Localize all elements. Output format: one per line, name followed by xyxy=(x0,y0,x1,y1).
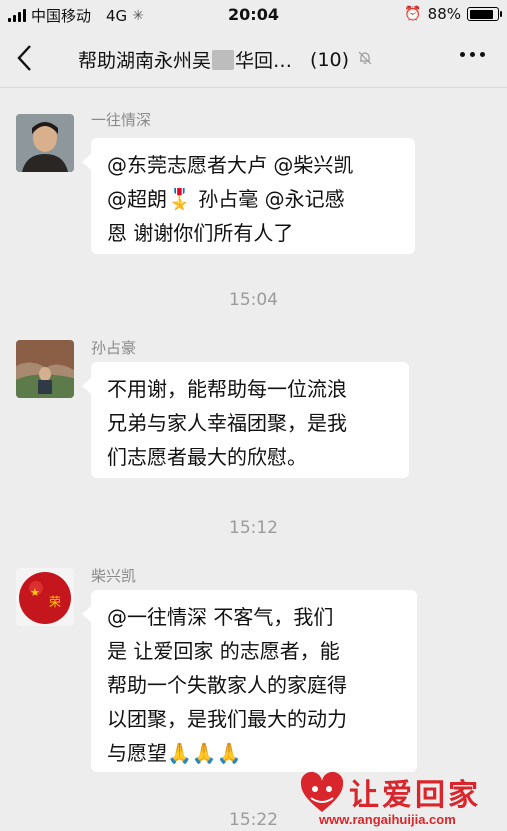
more-button[interactable] xyxy=(460,52,485,57)
watermark-url: www.rangaihuijia.com xyxy=(319,812,456,827)
avatar[interactable] xyxy=(16,114,74,172)
status-bar: 中国移动 4G ✳ 20:04 ⏰ 88% xyxy=(0,0,507,30)
battery-icon xyxy=(467,7,502,21)
battery-fill xyxy=(469,9,494,19)
avatar[interactable]: ★ 荣 xyxy=(16,568,74,626)
message-line: 恩 谢谢你们所有人了 xyxy=(107,221,294,245)
message-bubble[interactable]: 不用谢，能帮助每一位流浪 兄弟与家人幸福团聚，是我 们志愿者最大的欣慰。 xyxy=(82,362,409,478)
message-bubble[interactable]: @东莞志愿者大卢 @柴兴凯 @超朗🎖️ 孙占毫 @永记感 恩 谢谢你们所有人了 xyxy=(82,138,415,254)
message-line: @一往情深 不客气，我们 xyxy=(107,605,334,629)
avatar[interactable] xyxy=(16,340,74,398)
message-line: 兄弟与家人幸福团聚，是我 xyxy=(107,411,347,435)
sender-name: 孙占豪 xyxy=(91,339,137,357)
status-right: ⏰ 88% xyxy=(404,5,502,23)
chat-title-part2: 华回… xyxy=(235,50,293,72)
message-line: 帮助一个失散家人的家庭得 xyxy=(107,673,347,697)
bell-off-icon xyxy=(357,50,373,70)
svg-text:荣: 荣 xyxy=(49,595,61,609)
message-line: 以团聚，是我们最大的动力 xyxy=(107,707,347,731)
timestamp: 15:04 xyxy=(229,290,278,310)
watermark-title: 让爱回家 xyxy=(349,778,481,813)
chat-title-part1: 帮助湖南永州吴 xyxy=(78,50,212,72)
message-line: @超朗🎖️ 孙占毫 @永记感 xyxy=(107,187,345,211)
message-line: @东莞志愿者大卢 @柴兴凯 xyxy=(107,153,354,177)
chat-title[interactable]: 帮助湖南永州吴 华回… (10) xyxy=(78,46,373,73)
watermark: 让爱回家 www.rangaihuijia.com xyxy=(299,770,499,831)
chevron-left-icon xyxy=(17,45,31,71)
timestamp: 15:12 xyxy=(229,518,278,538)
more-dots-icon xyxy=(460,52,465,57)
message-line: 是 让爱回家 的志愿者，能 xyxy=(107,639,340,663)
back-button[interactable] xyxy=(16,44,46,74)
svg-text:★: ★ xyxy=(30,586,40,599)
sender-name: 一往情深 xyxy=(91,111,152,129)
message-line: 不用谢，能帮助每一位流浪 xyxy=(107,377,347,401)
landscape-avatar-icon xyxy=(16,340,74,398)
heart-logo-icon xyxy=(300,772,344,812)
sender-name: 柴兴凯 xyxy=(91,567,137,585)
message-line: 与愿望🙏🙏🙏 xyxy=(107,741,242,765)
person-avatar-icon xyxy=(16,114,74,172)
alarm-icon: ⏰ xyxy=(404,6,422,22)
redacted-block xyxy=(212,49,235,70)
member-count: (10) xyxy=(310,48,350,71)
nav-bar: 帮助湖南永州吴 华回… (10) xyxy=(0,30,507,88)
battery-percent: 88% xyxy=(427,5,461,23)
message-bubble[interactable]: @一往情深 不客气，我们 是 让爱回家 的志愿者，能 帮助一个失散家人的家庭得 … xyxy=(82,590,417,772)
message-line: 们志愿者最大的欣慰。 xyxy=(107,445,307,469)
red-ball-avatar-icon: ★ 荣 xyxy=(16,568,74,626)
